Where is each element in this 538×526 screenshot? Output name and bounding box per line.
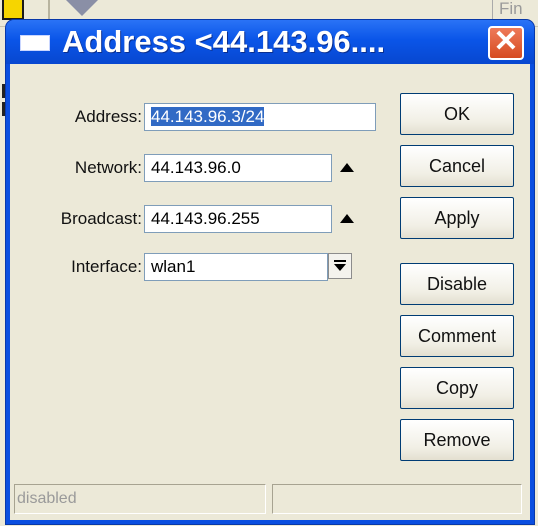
- interface-dropdown-button[interactable]: [328, 253, 352, 279]
- window-icon: [20, 35, 50, 51]
- remove-button[interactable]: Remove: [400, 419, 514, 461]
- address-dialog: Address <44.143.96.... ✕ Address: 44.143…: [6, 20, 534, 524]
- address-value: 44.143.96.3/24: [151, 107, 265, 126]
- broadcast-label: Broadcast:: [60, 209, 142, 228]
- broadcast-collapse-arrow-icon[interactable]: [340, 214, 354, 223]
- disable-button[interactable]: Disable: [400, 263, 514, 305]
- broadcast-input[interactable]: 44.143.96.255: [144, 205, 332, 233]
- cancel-button[interactable]: Cancel: [400, 145, 514, 187]
- find-input[interactable]: Fin: [492, 0, 538, 20]
- address-label: Address:: [74, 107, 142, 126]
- address-input[interactable]: 44.143.96.3/24: [144, 103, 376, 131]
- status-disabled: disabled: [14, 484, 266, 514]
- network-input[interactable]: 44.143.96.0: [144, 154, 332, 182]
- close-button[interactable]: ✕: [488, 26, 524, 60]
- chevron-down-icon: [334, 264, 346, 271]
- close-icon: ✕: [493, 25, 519, 58]
- app-icon: [2, 0, 24, 20]
- toolbar-separator: [48, 0, 50, 22]
- interface-select[interactable]: wlan1: [144, 253, 328, 281]
- comment-button[interactable]: Comment: [400, 315, 514, 357]
- network-collapse-arrow-icon[interactable]: [340, 163, 354, 172]
- dialog-body: Address: 44.143.96.3/24 Network: 44.143.…: [10, 64, 530, 520]
- copy-button[interactable]: Copy: [400, 367, 514, 409]
- window-title: Address <44.143.96....: [62, 24, 386, 59]
- status-bar: disabled: [14, 484, 522, 514]
- interface-label: Interface:: [71, 257, 142, 276]
- ok-button[interactable]: OK: [400, 93, 514, 135]
- dropdown-bar: [334, 260, 346, 262]
- title-bar[interactable]: Address <44.143.96.... ✕: [6, 20, 534, 64]
- apply-button[interactable]: Apply: [400, 197, 514, 239]
- network-label: Network:: [74, 158, 142, 177]
- filter-icon[interactable]: [66, 0, 98, 16]
- status-secondary: [272, 484, 522, 514]
